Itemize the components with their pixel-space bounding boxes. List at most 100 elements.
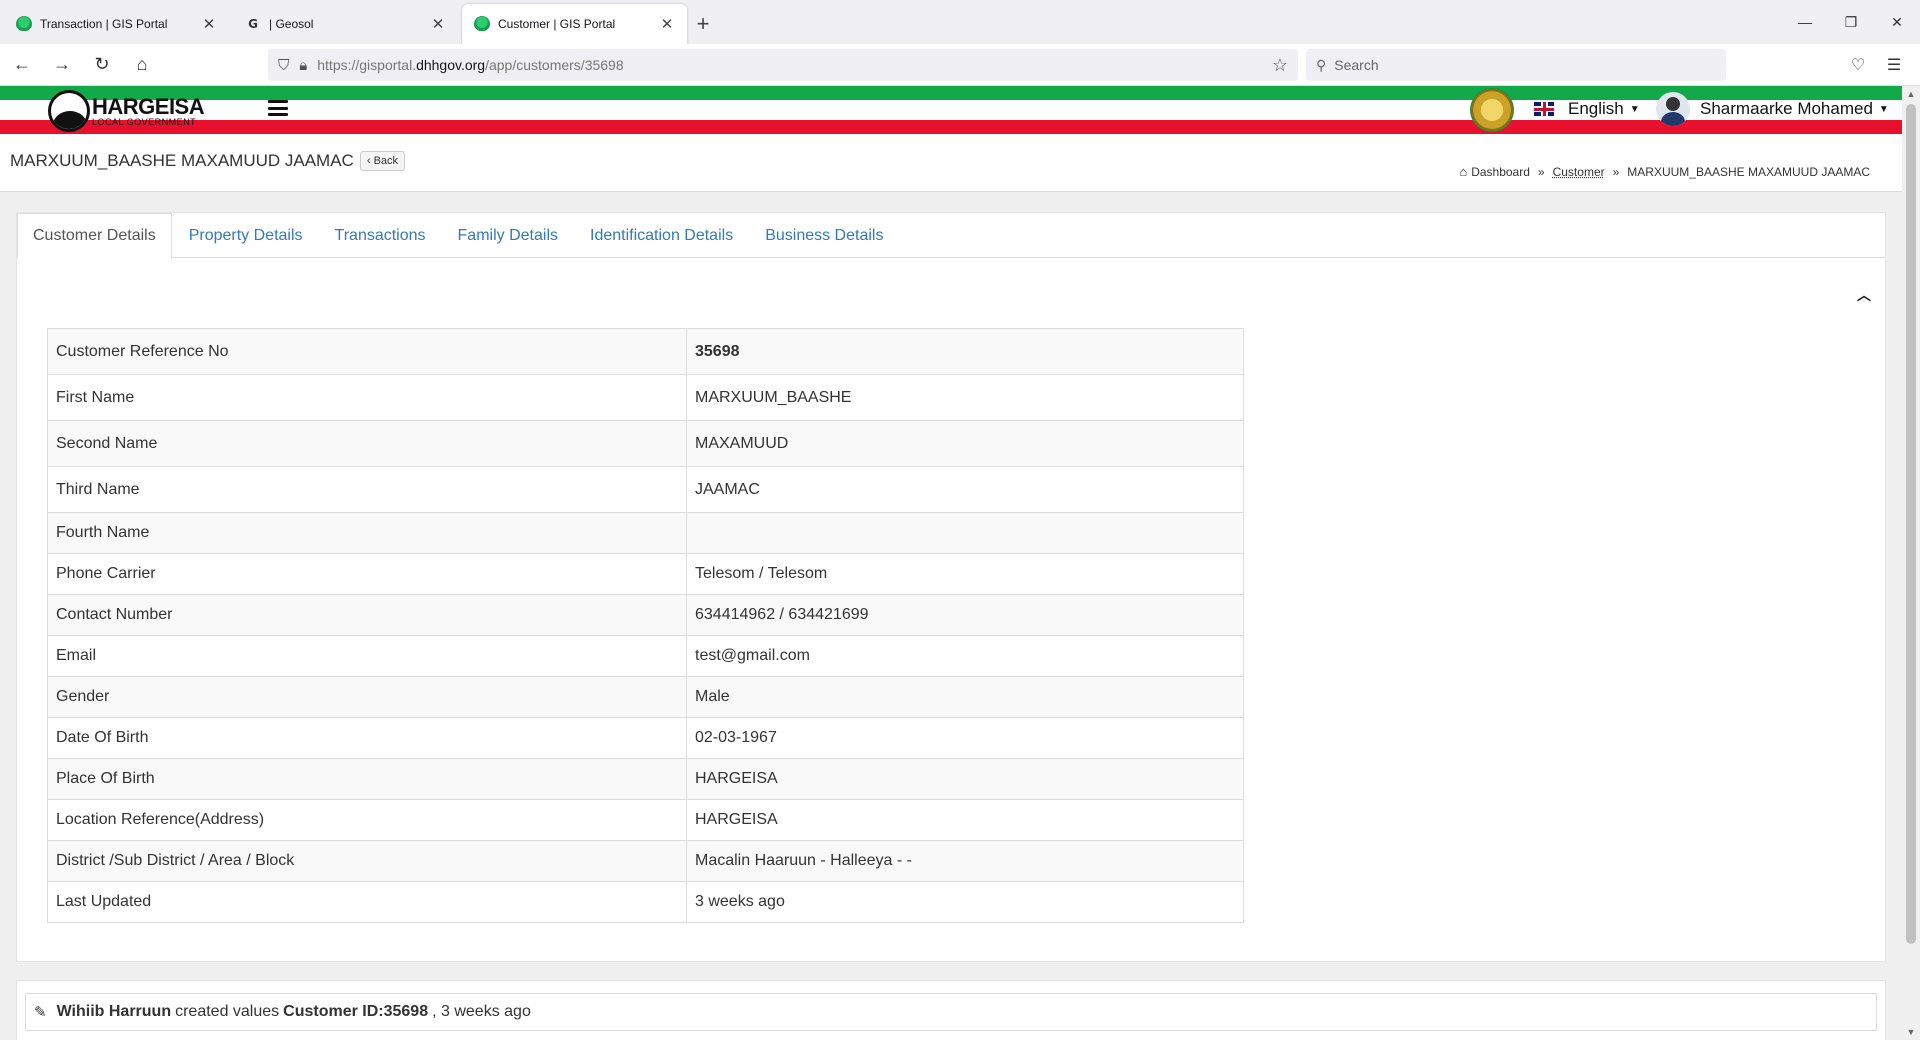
breadcrumb-dashboard[interactable]: Dashboard [1471,165,1530,179]
menu-icon[interactable]: ☰ [1876,49,1912,81]
browser-tab-customer[interactable]: Customer | GIS Portal ✕ [462,4,687,44]
language-label: English [1568,99,1624,118]
caret-down-icon: ▼ [1629,103,1640,115]
breadcrumb-separator: » [1612,164,1620,179]
activity-action: created values [175,1003,280,1020]
field-label: Location Reference(Address) [47,799,687,841]
tab-property-details[interactable]: Property Details [174,213,318,258]
field-label: District /Sub District / Area / Block [47,840,687,882]
table-row: Second Name MAXAMUUD [47,420,1244,467]
back-button[interactable]: ‹ Back [359,151,406,171]
tab-transactions[interactable]: Transactions [320,213,441,258]
pocket-icon[interactable]: ♡ [1840,49,1876,81]
field-value: MAXAMUUD [686,420,1244,467]
table-row: Date Of Birth 02-03-1967 [47,717,1244,759]
field-value: 35698 [686,328,1244,375]
customer-details-table: Customer Reference No 35698 First Name MAR… [47,328,1244,923]
page-scrollbar[interactable]: ▲ ▼ [1902,86,1920,1040]
user-name: Sharmaarke Mohamed [1700,99,1873,118]
field-label: First Name [47,374,687,421]
browser-search-input[interactable]: ⚲ Search [1306,49,1726,81]
bookmark-star-icon[interactable]: ☆ [1272,55,1288,76]
app-header: HARGEISA LOCAL GOVERNMENT English ▼ Shar… [0,86,1902,134]
field-label: Third Name [47,466,687,513]
scroll-down-icon[interactable]: ▼ [1902,1024,1920,1040]
breadcrumb-separator: » [1537,164,1545,179]
logo-text: HARGEISA LOCAL GOVERNMENT [92,95,205,127]
browser-tab-transaction[interactable]: Transaction | GIS Portal ✕ [4,4,229,44]
browser-toolbar-right: ♡ ☰ [1840,49,1912,81]
table-row: Location Reference(Address) HARGEISA [47,799,1244,841]
caret-down-icon: ▼ [1878,103,1889,115]
table-row: Email test@gmail.com [47,635,1244,677]
close-tab-icon[interactable]: ✕ [430,15,446,33]
field-label: Customer Reference No [47,328,687,375]
page-title: MARXUUM_BAASHE MAXAMUUD JAAMAC ‹ Back [10,151,406,171]
logo-subtitle: LOCAL GOVERNMENT [92,116,197,127]
breadcrumb-current: MARXUUM_BAASHE MAXAMUUD JAAMAC [1627,164,1870,179]
edit-icon: ✎ [34,1004,47,1021]
field-label: Date Of Birth [47,717,687,759]
minimize-icon[interactable]: — [1782,0,1828,44]
lock-icon[interactable]: 🔒︎ [299,57,307,74]
chevron-up-icon[interactable]: ︿ [1857,285,1871,305]
field-value: 634414962 / 634421699 [686,594,1244,636]
tab-identification-details[interactable]: Identification Details [575,213,748,258]
table-row: District /Sub District / Area / Block Mac… [47,840,1244,882]
forward-arrow-icon[interactable]: → [44,49,80,81]
tab-customer-details[interactable]: Customer Details [17,213,172,259]
breadcrumb-customer[interactable]: Customer [1553,165,1605,179]
language-dropdown[interactable]: English ▼ [1534,99,1640,119]
restore-icon[interactable]: ❐ [1828,0,1874,44]
field-value: 02-03-1967 [686,717,1244,759]
new-tab-plus-icon[interactable]: + [687,4,719,44]
back-label: Back [373,155,399,167]
browser-tab-geosol[interactable]: G | Geosol ✕ [233,4,458,44]
breadcrumb: ⌂ Dashboard » Customer » MARXUUM_BAASHE … [1459,164,1870,179]
table-row: Customer Reference No 35698 [47,328,1244,375]
reload-icon[interactable]: ↻ [84,49,120,81]
activity-log-panel: ✎ Wihiib Harruun created values Customer… [16,980,1886,1040]
search-icon: ⚲ [1316,56,1327,73]
scrollbar-thumb[interactable] [1906,104,1916,944]
table-row: Place Of Birth HARGEISA [47,758,1244,800]
activity-user: Wihiib Harruun [56,1003,172,1020]
detail-tabs: Customer Details Property Details Transa… [17,213,1885,259]
gis-portal-favicon-icon [16,16,32,32]
field-label: Fourth Name [47,512,687,554]
field-label: Email [47,635,687,677]
back-arrow-icon[interactable]: ← [4,49,40,81]
field-value: Macalin Haaruun - Halleeya - - [686,840,1244,882]
scroll-up-icon[interactable]: ▲ [1902,86,1920,102]
url-text: https://gisportal.dhhgov.org/app/custome… [317,57,623,73]
home-browser-icon[interactable]: ⌂ [124,49,160,81]
browser-tab-title: Transaction | GIS Portal [40,17,168,31]
field-value: MARXUUM_BAASHE [686,374,1244,421]
table-row: Gender Male [47,676,1244,718]
close-window-icon[interactable]: ✕ [1874,0,1920,44]
field-value: JAAMAC [686,466,1244,513]
page-title-text: MARXUUM_BAASHE MAXAMUUD JAAMAC [10,151,354,170]
browser-tab-bar: Transaction | GIS Portal ✕ G | Geosol ✕ … [0,0,1920,44]
field-value: HARGEISA [686,758,1244,800]
close-tab-icon[interactable]: ✕ [201,15,217,33]
close-tab-icon[interactable]: ✕ [659,15,675,33]
gis-portal-favicon-icon [474,16,490,32]
field-label: Last Updated [47,881,687,923]
tab-business-details[interactable]: Business Details [750,213,898,258]
tab-family-details[interactable]: Family Details [443,213,573,258]
user-menu[interactable]: Sharmaarke Mohamed ▼ [1656,92,1889,126]
hamburger-menu-icon[interactable] [268,100,288,116]
field-value: HARGEISA [686,799,1244,841]
google-favicon-icon: G [248,17,258,31]
shield-icon[interactable]: ⛉ [278,57,289,74]
hargeisa-logo[interactable]: HARGEISA LOCAL GOVERNMENT [48,90,205,132]
customer-ref-value: 35698 [695,342,740,360]
page-header: MARXUUM_BAASHE MAXAMUUD JAAMAC ‹ Back ⌂ … [0,134,1902,192]
table-row: Third Name JAAMAC [47,466,1244,513]
field-value: test@gmail.com [686,635,1244,677]
field-label: Place Of Birth [47,758,687,800]
field-label: Contact Number [47,594,687,636]
url-bar[interactable]: ⛉ 🔒︎ https://gisportal.dhhgov.org/app/cu… [268,49,1298,81]
table-row: Contact Number 634414962 / 634421699 [47,594,1244,636]
